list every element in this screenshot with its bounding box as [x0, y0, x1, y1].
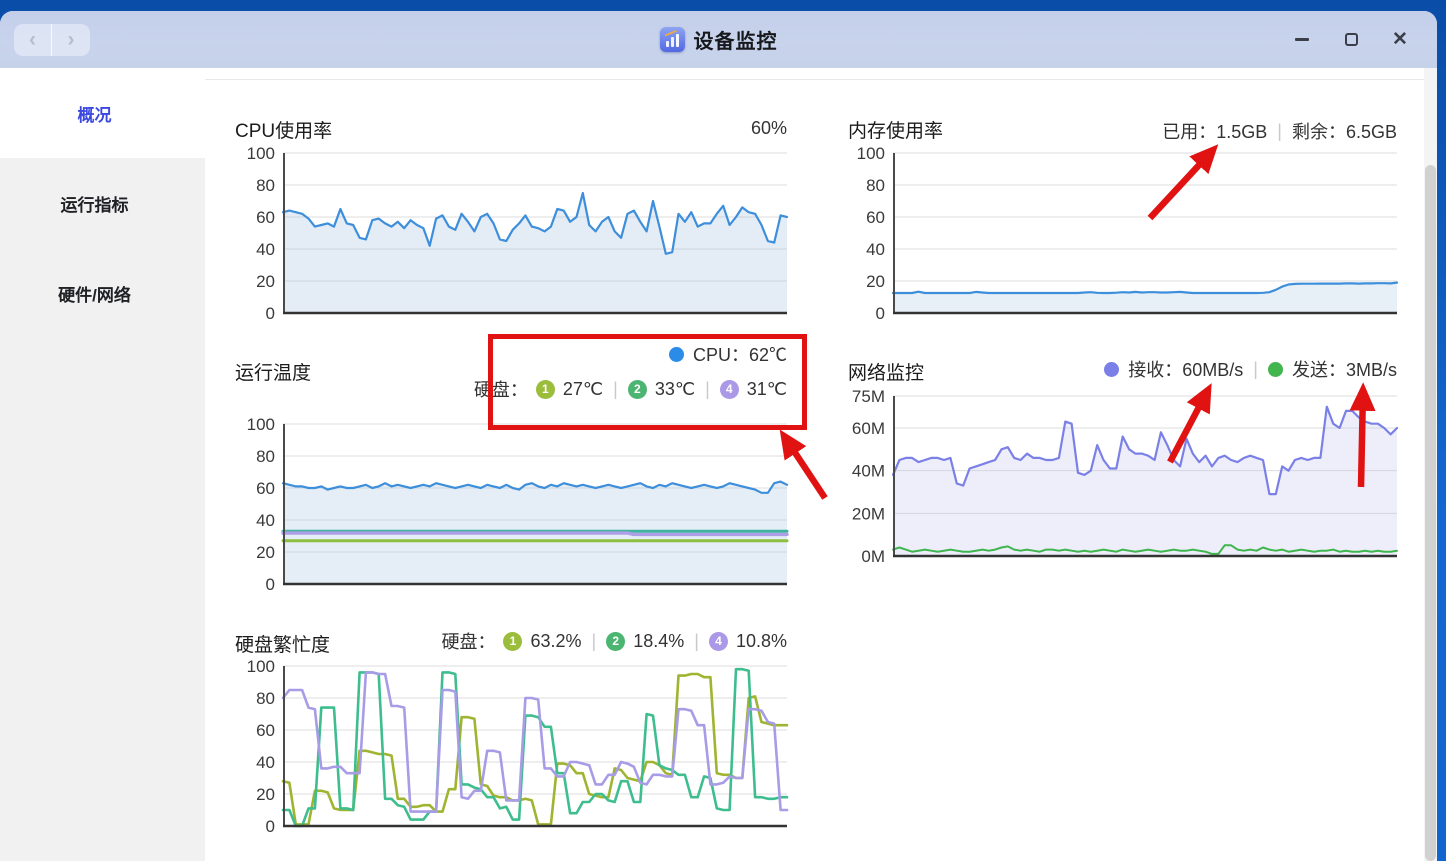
svg-text:0M: 0M [861, 547, 885, 566]
legend-line: 接收：60MB/s | 发送：3MB/s [1104, 356, 1397, 382]
bar-chart-app-icon [659, 27, 685, 52]
svg-text:0: 0 [266, 304, 275, 323]
scrollbar-thumb[interactable] [1425, 165, 1436, 861]
svg-text:60: 60 [256, 208, 275, 227]
svg-text:60M: 60M [852, 419, 885, 438]
svg-text:75M: 75M [852, 388, 885, 406]
legend-line: 60% [750, 118, 787, 138]
svg-text:40: 40 [866, 240, 885, 259]
close-button[interactable]: ✕ [1389, 29, 1411, 51]
close-icon: ✕ [1392, 29, 1408, 50]
titlebar: ‹ › 设备监控 ✕ [0, 11, 1437, 68]
legend-number-badge: 1 [503, 631, 523, 651]
memory-usage-plot: 100 80 60 40 20 0 [857, 145, 1399, 323]
chart-legend: 60% [751, 118, 787, 139]
svg-text:60: 60 [866, 208, 885, 227]
window-title: 设备监控 [693, 31, 778, 53]
svg-text:0: 0 [876, 304, 885, 323]
svg-text:0: 0 [266, 817, 275, 836]
svg-text:100: 100 [247, 416, 275, 434]
chart-title: 网络监控 [848, 363, 925, 384]
window-title-group: 设备监控 [0, 11, 1437, 68]
temperature-plot: 100 80 60 40 20 0 [247, 416, 789, 594]
svg-text:0: 0 [266, 575, 275, 594]
svg-text:20M: 20M [852, 504, 885, 523]
scrollbar-track[interactable] [1424, 68, 1437, 861]
minimize-button[interactable] [1291, 29, 1313, 51]
maximize-button[interactable] [1340, 29, 1362, 51]
legend-number-badge: 2 [606, 631, 626, 651]
main-content: CPU使用率 60% 100 80 60 40 20 0 内存使用率 已用：1.5GB | 剩… [205, 68, 1437, 861]
cpu-usage-plot: 100 80 60 40 20 0 [247, 145, 789, 323]
svg-text:80: 80 [256, 176, 275, 195]
legend-dot-icon [1104, 361, 1120, 377]
window-controls: ✕ [1291, 11, 1411, 68]
disk-busy-plot: 100 80 60 40 20 0 [247, 658, 789, 836]
minimize-icon [1295, 38, 1309, 41]
legend-dot-icon [1267, 361, 1283, 377]
chart-title: CPU使用率 [235, 121, 333, 142]
sidebar-item-1[interactable]: 运行指标 [0, 158, 205, 248]
content-top-divider [205, 79, 1424, 80]
sidebar-item-0[interactable]: 概况 [0, 68, 205, 158]
legend-line: 已用：1.5GB | 剩余：6.5GB [1162, 120, 1397, 143]
chart-legend: 接收：60MB/s | 发送：3MB/s [1104, 356, 1397, 382]
svg-text:60: 60 [256, 721, 275, 740]
network-monitor-plot: 75M 60M 40M 20M 0M [852, 388, 1399, 566]
sidebar-item-2[interactable]: 硬件/网络 [0, 248, 205, 338]
svg-text:20: 20 [256, 543, 275, 562]
svg-text:40: 40 [256, 511, 275, 530]
chart-legend: 硬盘： 1 63.2% | 2 18.4% | 4 10.8% [441, 628, 787, 654]
chart-title: 硬盘繁忙度 [235, 635, 331, 656]
app-window: ‹ › 设备监控 ✕ 概况 运行指标 硬件/网络 CPU使用率 60% 100 … [0, 11, 1437, 861]
svg-text:40: 40 [256, 240, 275, 259]
svg-text:40M: 40M [852, 462, 885, 481]
svg-text:100: 100 [857, 145, 885, 163]
svg-text:100: 100 [247, 658, 275, 676]
svg-text:40: 40 [256, 753, 275, 772]
chart-legend: 已用：1.5GB | 剩余：6.5GB [1162, 118, 1397, 144]
chart-title: 内存使用率 [848, 121, 944, 142]
svg-text:60: 60 [256, 479, 275, 498]
annotation-red-box [488, 334, 807, 430]
sidebar: 概况 运行指标 硬件/网络 [0, 68, 205, 861]
svg-text:20: 20 [866, 272, 885, 291]
svg-text:20: 20 [256, 272, 275, 291]
svg-text:20: 20 [256, 785, 275, 804]
svg-text:80: 80 [256, 447, 275, 466]
svg-text:80: 80 [866, 176, 885, 195]
maximize-icon [1344, 33, 1358, 46]
svg-text:80: 80 [256, 689, 275, 708]
legend-line: 硬盘： 1 63.2% | 2 18.4% | 4 10.8% [441, 630, 787, 653]
legend-number-badge: 4 [708, 631, 728, 651]
svg-text:100: 100 [247, 145, 275, 163]
chart-title: 运行温度 [235, 363, 312, 384]
